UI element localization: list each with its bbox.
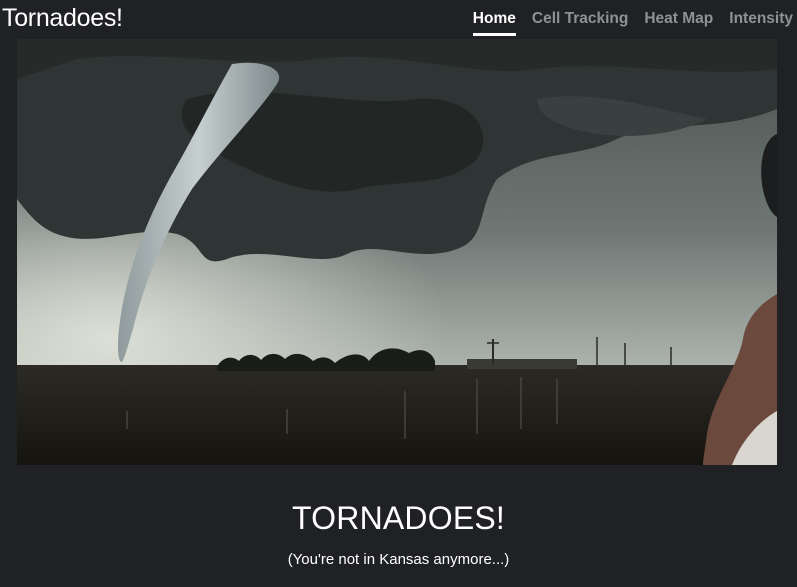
nav-menu: Home Cell Tracking Heat Map Intensity bbox=[472, 10, 793, 36]
page-subtitle: (You're not in Kansas anymore...) bbox=[287, 551, 510, 568]
page-title: TORNADOES! bbox=[292, 500, 505, 536]
nav-item-cell-tracking[interactable]: Cell Tracking bbox=[532, 10, 628, 36]
hero-tornado-photo bbox=[17, 39, 777, 465]
brand-title[interactable]: Tornadoes! bbox=[2, 4, 123, 33]
page: Tornadoes! Home Cell Tracking Heat Map I… bbox=[0, 0, 797, 587]
nav-item-home[interactable]: Home bbox=[472, 10, 516, 36]
top-navbar: Tornadoes! Home Cell Tracking Heat Map I… bbox=[0, 0, 797, 38]
nav-item-intensity[interactable]: Intensity bbox=[729, 10, 793, 36]
nav-item-heat-map[interactable]: Heat Map bbox=[644, 10, 713, 36]
